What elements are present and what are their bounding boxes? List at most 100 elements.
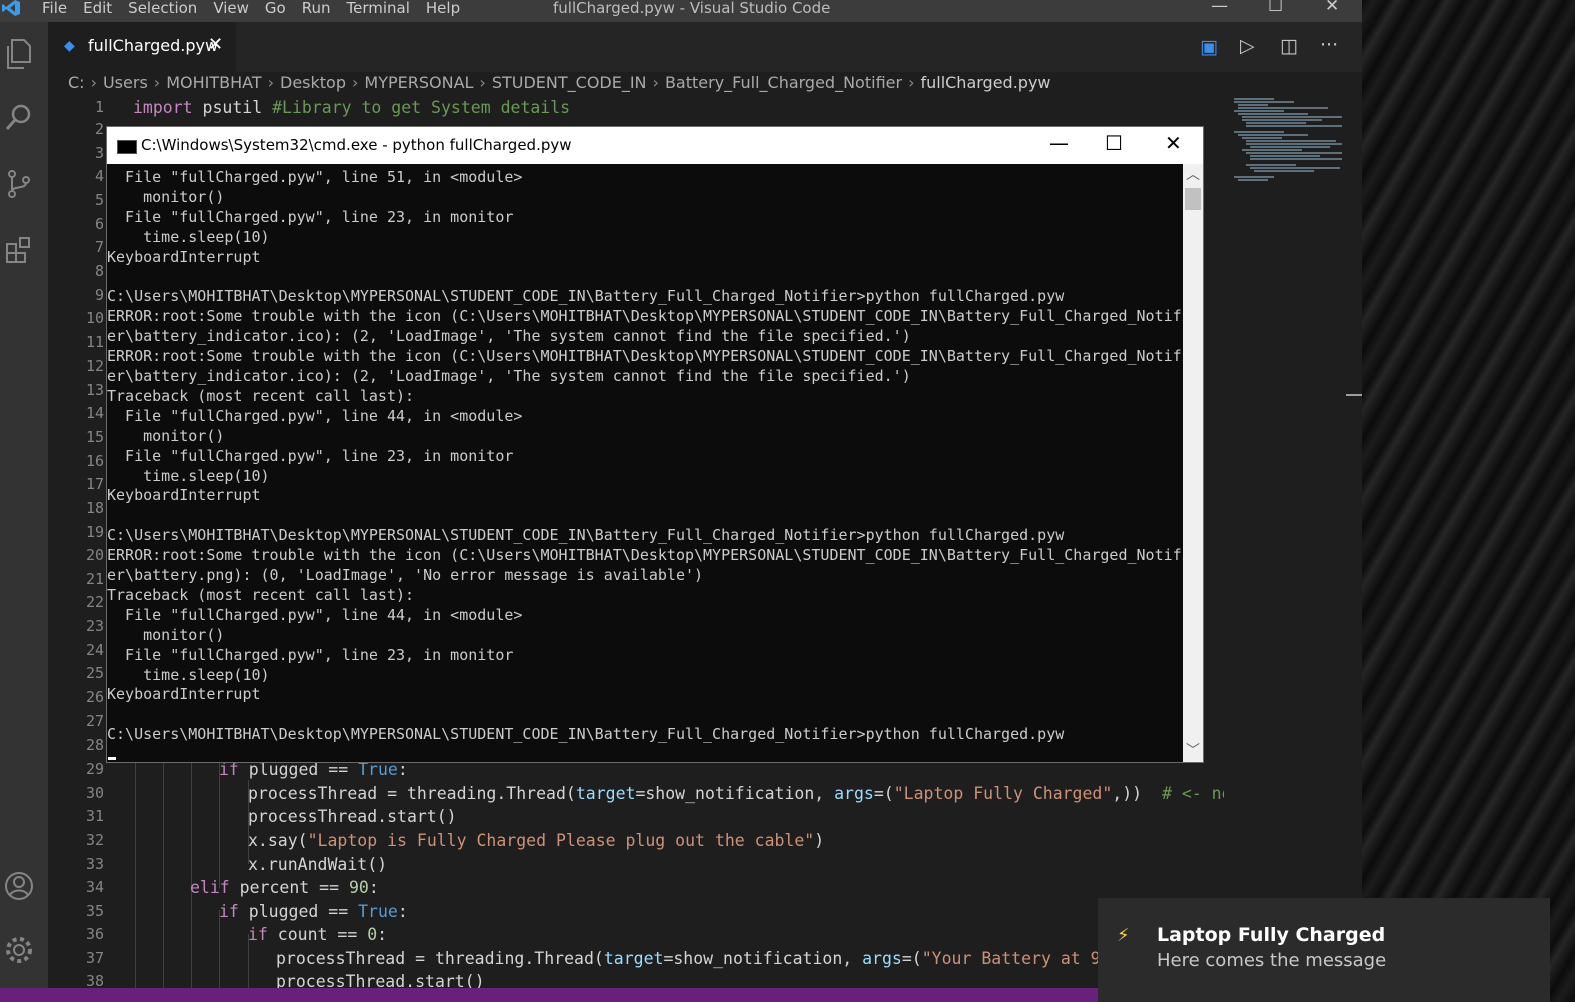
line-number: 5 xyxy=(94,191,104,209)
minimap-line xyxy=(1234,176,1274,178)
line-number: 7 xyxy=(94,238,104,256)
chevron-right-icon: › xyxy=(90,73,97,92)
line-number: 8 xyxy=(94,262,104,280)
settings-gear-icon[interactable] xyxy=(3,934,35,966)
line-number: 10 xyxy=(85,309,104,327)
chevron-right-icon: › xyxy=(351,73,359,92)
console-line: er\battery_indicator.ico): (2, 'LoadImag… xyxy=(107,327,911,346)
minimap-line xyxy=(1246,143,1342,145)
minimap-line xyxy=(1250,155,1320,157)
menu-go[interactable]: Go xyxy=(263,0,295,19)
breadcrumb-item[interactable]: Users xyxy=(103,73,148,92)
line-number: 20 xyxy=(85,546,104,564)
chevron-right-icon: › xyxy=(652,73,659,92)
desktop-wallpaper xyxy=(1362,0,1575,1002)
line-number: 15 xyxy=(85,428,104,446)
split-editor-icon[interactable]: ◫ xyxy=(1280,35,1298,57)
editor-scrollbar-thumb[interactable] xyxy=(1346,394,1362,396)
cmd-scrollbar[interactable]: ︿ ﹀ xyxy=(1183,164,1203,762)
line-number: 26 xyxy=(85,688,104,706)
python-run-icon[interactable]: ▣ xyxy=(1200,36,1218,58)
menu-view[interactable]: View xyxy=(211,0,258,19)
menu-edit[interactable]: Edit xyxy=(81,0,121,19)
more-actions-icon[interactable]: ··· xyxy=(1320,34,1338,56)
cmd-console-output[interactable]: File "fullCharged.pyw", line 51, in <mod… xyxy=(107,164,1183,762)
line-number: 38 xyxy=(85,972,104,988)
line-number: 25 xyxy=(85,664,104,682)
line-number: 36 xyxy=(85,925,104,943)
breadcrumb: C: › Users › MOHITBHAT › Desktop › MYPERSONAL › ST… xyxy=(48,72,1362,96)
breadcrumb-item[interactable]: fullCharged.pyw xyxy=(920,73,1050,92)
line-number: 37 xyxy=(85,949,104,967)
minimap-line xyxy=(1238,134,1308,136)
minimap-line xyxy=(1238,107,1328,109)
line-number: 17 xyxy=(85,475,104,493)
scroll-up-arrow-icon[interactable]: ︿ xyxy=(1186,164,1200,184)
explorer-icon[interactable] xyxy=(3,38,35,70)
line-number: 4 xyxy=(94,167,104,185)
menu-terminal[interactable]: Terminal xyxy=(345,0,419,19)
console-line: time.sleep(10) xyxy=(107,466,270,485)
cmd-close-button[interactable]: ✕ xyxy=(1165,131,1182,155)
minimap-line xyxy=(1238,104,1268,106)
minimap-line xyxy=(1250,158,1342,160)
line-number: 29 xyxy=(85,760,104,778)
breadcrumb-item[interactable]: Battery_Full_Charged_Notifier xyxy=(665,73,902,92)
search-icon[interactable] xyxy=(3,102,35,134)
minimap-line xyxy=(1246,164,1296,166)
cmd-window: C:\Windows\System32\cmd.exe - python ful… xyxy=(106,126,1204,763)
console-cursor xyxy=(108,757,116,760)
cmd-app-icon xyxy=(117,140,137,154)
line-number: 18 xyxy=(85,499,104,517)
minimap-line xyxy=(1238,113,1308,115)
chevron-right-icon: › xyxy=(267,73,274,92)
tab-close-icon[interactable]: ✕ xyxy=(208,34,223,55)
line-number: 32 xyxy=(85,831,104,849)
account-icon[interactable] xyxy=(3,870,35,902)
menu-help[interactable]: Help xyxy=(424,0,469,19)
cmd-window-title: C:\Windows\System32\cmd.exe - python ful… xyxy=(141,136,572,154)
breadcrumb-item[interactable]: Desktop xyxy=(280,73,346,92)
minimize-button[interactable]: — xyxy=(1211,0,1228,16)
line-number: 9 xyxy=(94,286,104,304)
cmd-maximize-button[interactable]: ☐ xyxy=(1105,131,1123,155)
console-line: File "fullCharged.pyw", line 44, in <mod… xyxy=(107,605,523,624)
console-line: monitor() xyxy=(107,625,225,644)
menu-selection[interactable]: Selection xyxy=(126,0,206,19)
console-line: monitor() xyxy=(107,187,225,206)
tab-fullcharged[interactable]: ◆ fullCharged.pyw ✕ xyxy=(48,22,236,72)
source-control-icon[interactable] xyxy=(3,168,35,200)
line-number: 28 xyxy=(85,736,104,754)
minimap-line xyxy=(1242,149,1302,151)
code-line-37: processThread = threading.Thread(target=… xyxy=(276,949,1121,968)
menu-run[interactable]: Run xyxy=(300,0,340,19)
console-line: Traceback (most recent call last): xyxy=(107,585,415,604)
toast-notification[interactable]: ⚡ Laptop Fully Charged Here comes the me… xyxy=(1098,898,1550,1002)
window-title: fullCharged.pyw - Visual Studio Code xyxy=(553,0,831,17)
console-line: er\battery_indicator.ico): (2, 'LoadImag… xyxy=(107,367,911,385)
line-number: 6 xyxy=(94,215,104,233)
maximize-button[interactable]: ☐ xyxy=(1268,0,1283,16)
minimap-line xyxy=(1254,170,1314,172)
line-number: 22 xyxy=(85,593,104,611)
code-line-34: elif percent == 90: xyxy=(190,878,379,897)
run-icon[interactable]: ▷ xyxy=(1240,35,1255,57)
extensions-icon[interactable] xyxy=(3,234,35,266)
breadcrumb-item[interactable]: C: xyxy=(68,73,85,92)
console-line: ERROR:root:Some trouble with the icon (C… xyxy=(107,307,1183,326)
cmd-scroll-thumb[interactable] xyxy=(1185,188,1201,210)
console-line: KeyboardInterrupt xyxy=(107,685,261,704)
menu-file[interactable]: File xyxy=(40,0,76,19)
breadcrumb-item[interactable]: MYPERSONAL xyxy=(364,73,473,92)
console-line: Traceback (most recent call last): xyxy=(107,386,415,405)
breadcrumb-item[interactable]: MOHITBHAT xyxy=(166,73,261,92)
minimap-line xyxy=(1238,179,1268,181)
scroll-down-arrow-icon[interactable]: ﹀ xyxy=(1186,740,1200,760)
minimap-line xyxy=(1234,131,1284,133)
breadcrumb-item[interactable]: STUDENT_CODE_IN xyxy=(492,73,647,92)
minimap-line xyxy=(1242,119,1322,121)
minimap[interactable] xyxy=(1224,96,1362,988)
close-button[interactable]: ✕ xyxy=(1325,0,1339,16)
cmd-minimize-button[interactable]: — xyxy=(1049,131,1069,155)
minimap-line xyxy=(1234,98,1274,100)
